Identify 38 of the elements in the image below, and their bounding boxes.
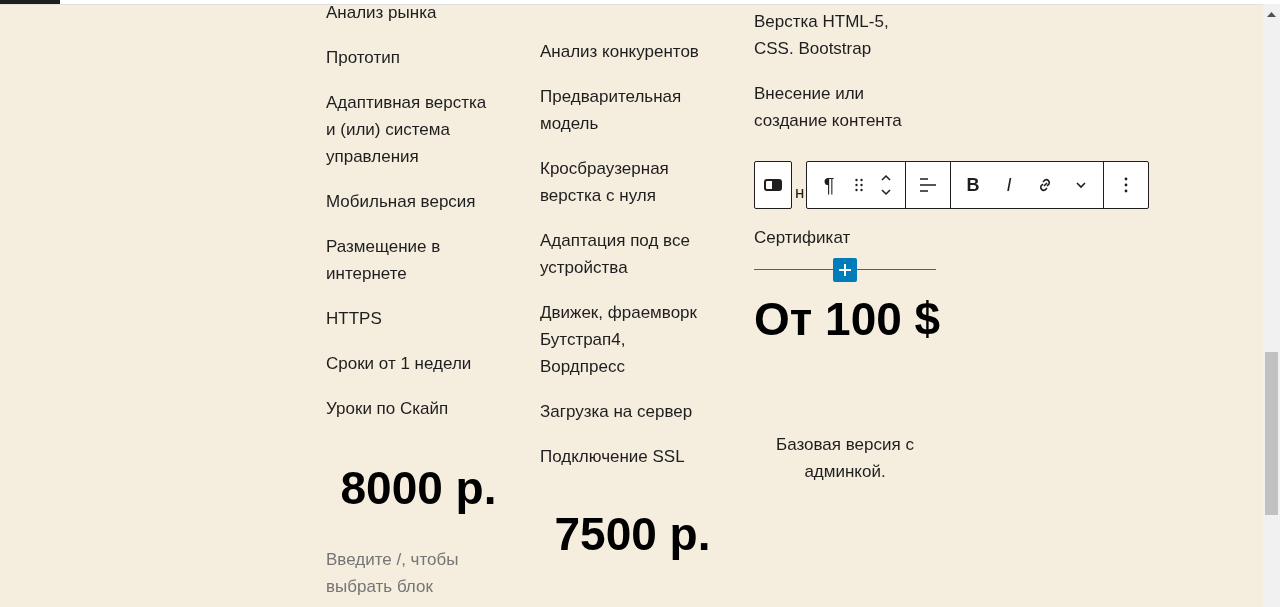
add-block-button[interactable] — [833, 258, 857, 282]
list-paragraph: Уроки по Скайп — [326, 398, 450, 420]
list-paragraph: Анализ рынка — [326, 2, 438, 24]
list-paragraph: Сроки от 1 недели — [326, 353, 473, 375]
list-paragraph: Адаптивная верстка и (или) система управления — [326, 92, 488, 168]
list-paragraph: Внесение или создание контента — [754, 83, 903, 132]
scrollbar[interactable] — [1263, 4, 1280, 607]
list-paragraph: Мобильная версия — [326, 191, 477, 213]
scrollbar-thumb[interactable] — [1265, 352, 1278, 515]
list-paragraph: н — [795, 182, 805, 204]
price-heading: От 100 $ — [754, 294, 942, 344]
paragraph-button[interactable]: ¶ — [811, 162, 847, 208]
plus-icon — [838, 263, 852, 277]
list-paragraph: Кросбраузерная верстка с нуля — [540, 158, 670, 207]
align-left-icon — [919, 177, 937, 193]
list-paragraph: Адаптация под все устройства — [540, 230, 691, 279]
price-heading: 8000 р. — [339, 463, 498, 513]
note-paragraph: Базовая версия с админкой. — [775, 434, 915, 483]
list-paragraph: Прототип — [326, 47, 401, 69]
list-paragraph: Предварительная модель — [540, 86, 683, 135]
up-down-chevron-icon — [880, 173, 892, 197]
list-paragraph: HTTPS — [326, 308, 383, 330]
drag-icon — [855, 178, 863, 192]
scroll-up-icon — [1267, 12, 1276, 17]
list-paragraph: Размещение в интернете — [326, 236, 442, 285]
list-paragraph: Верстка HTML-5, CSS. Bootstrap — [754, 11, 890, 60]
more-vertical-icon — [1124, 177, 1128, 193]
columns-icon — [764, 179, 782, 191]
price-heading: 7500 р. — [553, 509, 712, 559]
italic-button[interactable]: I — [991, 162, 1027, 208]
list-paragraph: Анализ конкурентов — [540, 41, 700, 63]
list-paragraph: Подключение SSL — [540, 446, 686, 468]
list-paragraph: Движек, фраемворк Бутстрап4, Вордпресс — [540, 302, 698, 378]
list-paragraph: Загрузка на сервер — [540, 401, 694, 423]
chevron-down-icon — [1075, 181, 1087, 189]
block-placeholder[interactable]: Введите /, чтобы выбрать блок — [326, 546, 501, 600]
bold-button[interactable]: B — [955, 162, 991, 208]
list-paragraph: Сертификат — [754, 227, 852, 249]
